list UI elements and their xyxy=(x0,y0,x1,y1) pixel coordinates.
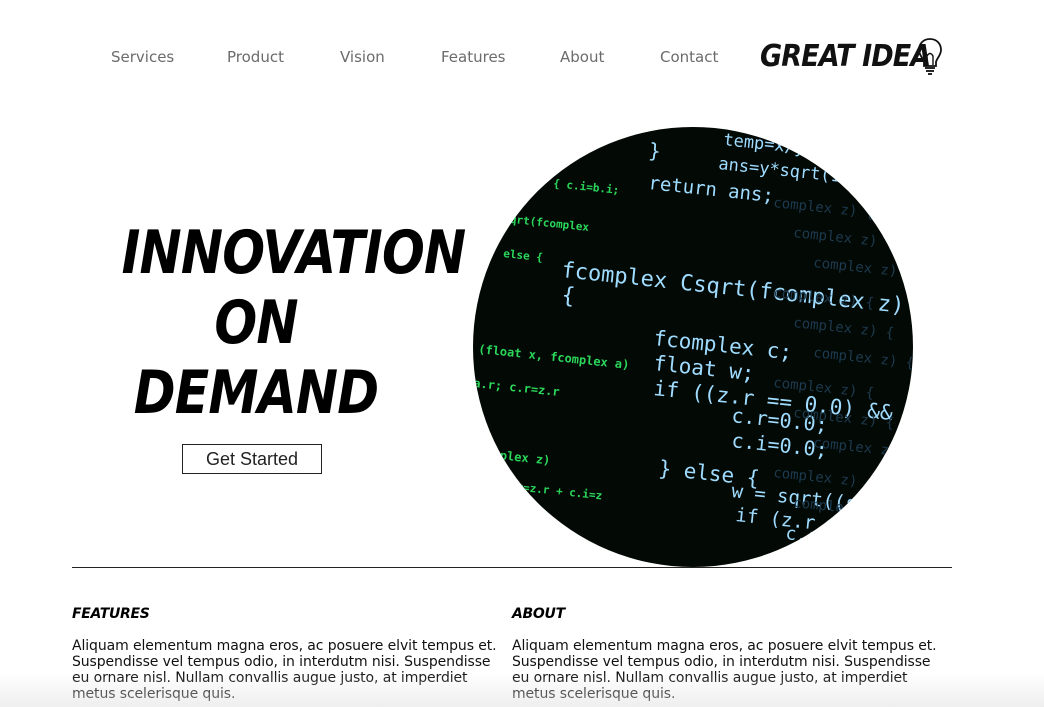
code-line-green: else { xyxy=(503,247,544,264)
code-line-green: (float x, fcomplex a) xyxy=(478,342,630,372)
hero-code-image: temp=x/y; ans=y*sqrt(1.0+temp*te} return a… xyxy=(473,127,913,567)
brand-name: GREAT IDEA xyxy=(760,38,931,74)
about-body: Aliquam elementum magna eros, ac posuere… xyxy=(512,638,937,702)
top-navigation: Services Product Vision Features About C… xyxy=(0,0,1044,110)
code-line-faint: complex z) { xyxy=(813,345,913,371)
section-divider xyxy=(72,567,952,568)
nav-link-features[interactable]: Features xyxy=(441,48,506,66)
brand-logo[interactable]: GREAT IDEA xyxy=(760,34,949,78)
code-line: } xyxy=(647,138,661,163)
nav-link-services[interactable]: Services xyxy=(111,48,174,66)
about-section: ABOUT Aliquam elementum magna eros, ac p… xyxy=(512,606,942,702)
code-line-green: { c.i=b.i; xyxy=(553,177,620,197)
code-line-green: complex z) xyxy=(478,446,551,467)
code-line-faint: complex z) { xyxy=(793,315,895,341)
code-line-green: c.r=z.r + c.i=z xyxy=(503,479,603,502)
nav-link-about[interactable]: About xyxy=(560,48,604,66)
code-line-faint: complex z) { xyxy=(813,435,913,461)
hero-title: INNOVATION ON DEMAND xyxy=(96,218,467,428)
code-line-green: sqrt(fcomplex xyxy=(503,212,590,234)
hero-title-line: ON xyxy=(214,288,298,358)
code-line-faint: complex z) { xyxy=(773,195,875,221)
features-heading: FEATURES xyxy=(72,606,150,622)
lightbulb-icon xyxy=(918,38,942,75)
code-line-faint: complex z) { xyxy=(813,525,913,551)
hero-title-line: INNOVATION xyxy=(121,218,467,288)
code-line: c.r = xyxy=(784,523,840,550)
code-screen-illustration: temp=x/y;ans=y*sqrt(1.0+temp*te}return a… xyxy=(473,130,913,551)
nav-link-contact[interactable]: Contact xyxy=(660,48,718,66)
nav-link-product[interactable]: Product xyxy=(227,48,284,66)
code-line-faint: complex z) { xyxy=(793,225,895,251)
get-started-button[interactable]: Get Started xyxy=(182,444,322,474)
code-line-faint: complex z) { xyxy=(813,255,913,281)
code-line: { xyxy=(560,283,576,309)
about-heading: ABOUT xyxy=(512,606,565,622)
nav-link-vision[interactable]: Vision xyxy=(340,48,385,66)
hero-title-line: DEMAND xyxy=(133,358,379,428)
features-body: Aliquam elementum magna eros, ac posuere… xyxy=(72,638,497,702)
code-line-green: a.r; c.r=z.r xyxy=(473,376,560,399)
features-section: FEATURES Aliquam elementum magna eros, a… xyxy=(72,606,502,702)
